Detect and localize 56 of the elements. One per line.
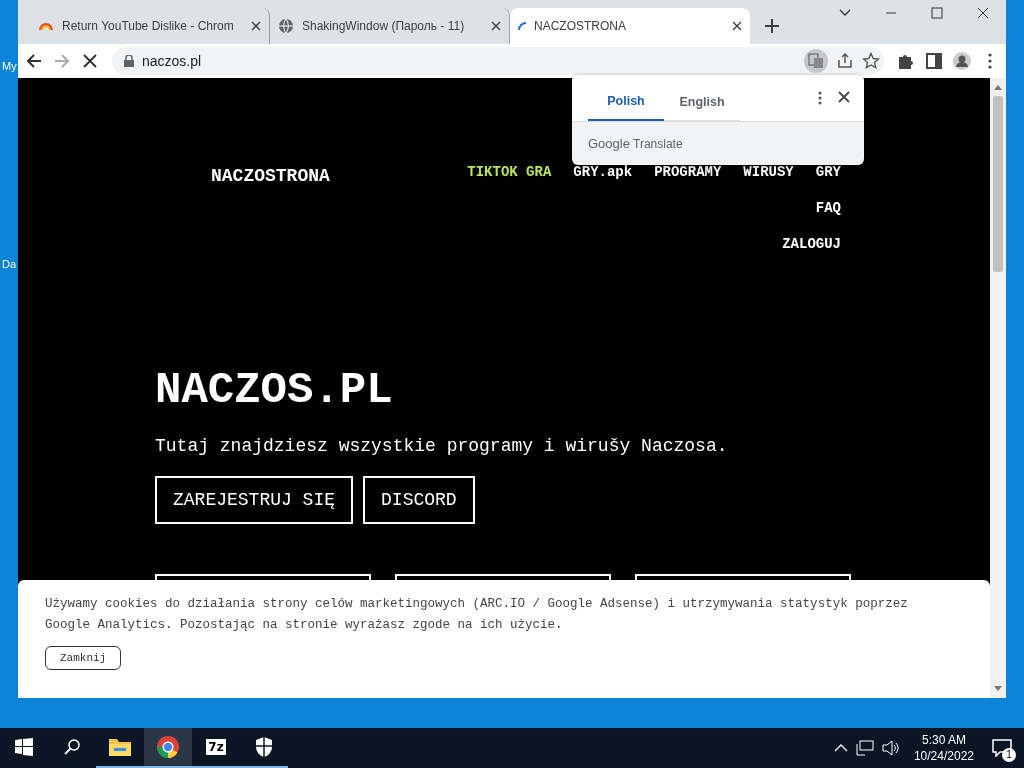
scroll-up-icon[interactable] xyxy=(994,84,1002,90)
profile-avatar-icon[interactable] xyxy=(952,51,972,71)
windows-start-icon[interactable] xyxy=(15,738,33,756)
desktop-icon-label: My xyxy=(2,60,17,72)
nav-link[interactable]: GRY xyxy=(815,164,841,180)
translate-brand: Google xyxy=(588,136,630,151)
hero-subtitle: Tutaj znajdziesz wszystkie programy i wirušy Naczosa. xyxy=(155,436,729,456)
lock-icon xyxy=(124,55,134,67)
address-bar[interactable]: naczos.pl xyxy=(112,47,884,75)
close-icon[interactable] xyxy=(732,21,742,31)
nav-link[interactable]: FAQ xyxy=(815,200,841,216)
close-icon[interactable] xyxy=(251,21,261,31)
hero-button[interactable]: DISCORD xyxy=(363,476,475,524)
loading-spinner-icon xyxy=(518,22,526,30)
nav-link[interactable]: TIKTOK GRA xyxy=(467,164,552,180)
scrollbar[interactable] xyxy=(990,78,1006,698)
close-icon[interactable] xyxy=(491,21,501,31)
chat-bubble-icon xyxy=(992,739,1012,757)
hero-title: NACZOS.PL xyxy=(155,368,394,412)
nav-link[interactable]: PROGRAMY xyxy=(654,164,722,180)
notification-button[interactable]: 1 xyxy=(988,734,1016,762)
close-icon[interactable] xyxy=(838,91,850,103)
more-options-icon[interactable] xyxy=(818,91,822,105)
network-icon[interactable] xyxy=(855,740,874,756)
language-tab[interactable]: English xyxy=(664,95,740,121)
desktop-icon-label: Da xyxy=(2,258,17,270)
hero-button[interactable]: ZAREJESTRUJ SIĘ xyxy=(155,476,354,524)
star-icon[interactable] xyxy=(862,52,880,70)
scrollbar-thumb[interactable] xyxy=(993,96,1003,272)
chevron-up-icon[interactable] xyxy=(833,743,848,753)
browser-tab[interactable]: NACZOSTRONA xyxy=(510,8,750,44)
folder-icon xyxy=(108,737,132,757)
nav-link[interactable]: WIRUSY xyxy=(743,164,794,180)
globe-icon xyxy=(278,18,294,34)
translate-product: Translate xyxy=(633,137,683,151)
notification-count: 1 xyxy=(1002,748,1016,762)
close-button[interactable]: Zamknij xyxy=(45,646,122,670)
clock-time[interactable]: 5:30 AM xyxy=(913,732,974,748)
speaker-icon[interactable] xyxy=(881,740,900,756)
clock-date[interactable]: 10/24/2022 xyxy=(913,748,974,764)
chrome-icon xyxy=(156,735,180,759)
language-tab[interactable]: Polish xyxy=(588,94,664,121)
scroll-down-icon[interactable] xyxy=(994,686,1002,692)
cookie-notice: Używamy cookies do działania strony celów marketingowych (ARC.IO / Google Adsense) i utrzymywania statystyk poprzez Google Analytics. Pozostając na stronie wyrażasz zgode na ich użycie. xyxy=(45,596,909,634)
share-icon[interactable] xyxy=(836,52,854,70)
nav-link[interactable]: ZALOGUJ xyxy=(782,236,841,252)
translate-icon xyxy=(808,53,824,69)
taskbar-app[interactable] xyxy=(144,728,192,768)
nav-link[interactable]: GRY.apk xyxy=(573,164,633,180)
archiver-icon: 7z xyxy=(206,739,226,755)
shield-icon xyxy=(254,736,274,758)
search-icon[interactable] xyxy=(63,738,81,756)
translate-button[interactable] xyxy=(804,49,828,73)
side-panel-icon[interactable] xyxy=(924,51,944,71)
taskbar-app[interactable]: 7z xyxy=(192,728,240,768)
site-logo[interactable]: NACZOSTRONA xyxy=(211,166,330,252)
